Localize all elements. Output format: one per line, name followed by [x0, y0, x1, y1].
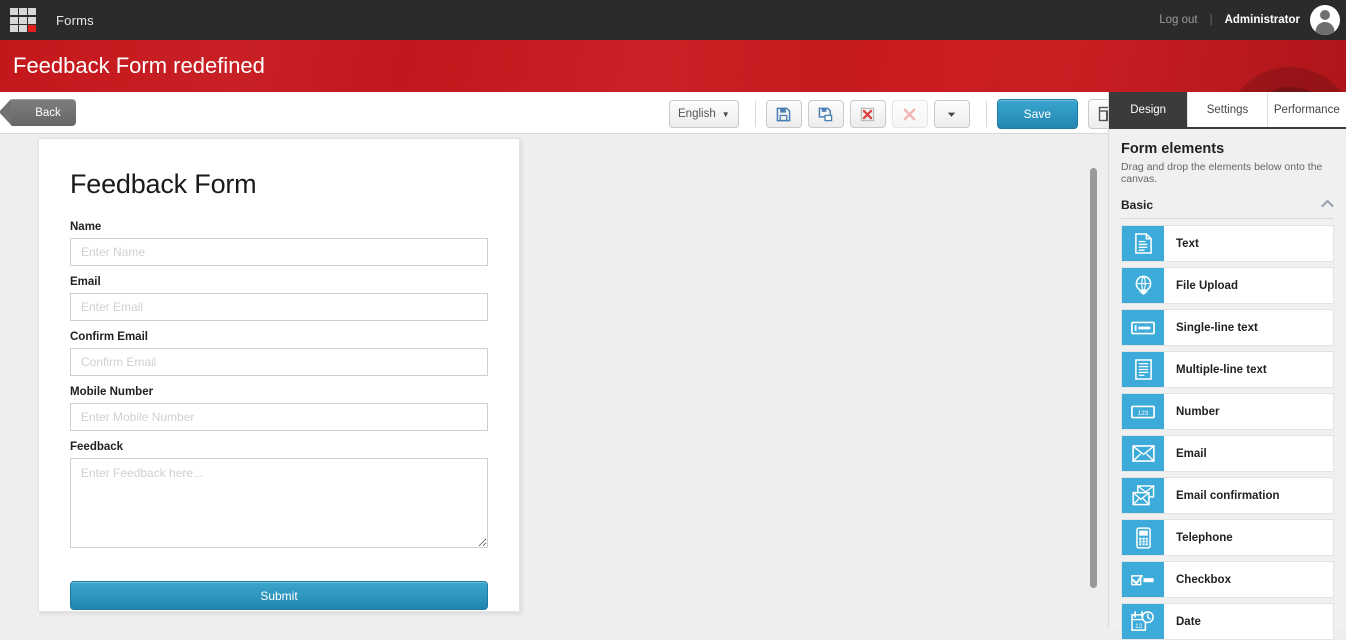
back-button-label: Back [35, 106, 61, 119]
section-basic-label: Basic [1121, 198, 1154, 212]
email-input[interactable] [70, 293, 488, 321]
number-123-icon: 123 [1122, 394, 1164, 429]
element-label-checkbox: Checkbox [1176, 573, 1231, 586]
user-avatar-icon[interactable] [1310, 5, 1340, 35]
top-navigation-bar: Forms Log out | Administrator [0, 0, 1346, 40]
element-label-date: Date [1176, 615, 1201, 628]
element-item-checkbox[interactable]: Checkbox [1121, 561, 1334, 598]
save-as-icon-button[interactable] [807, 100, 844, 128]
form-field-feedback: Feedback [70, 441, 488, 563]
chevron-down-icon [947, 112, 956, 117]
element-item-telephone[interactable]: Telephone [1121, 519, 1334, 556]
double-envelope-icon [1122, 478, 1164, 513]
svg-text:12: 12 [1135, 623, 1143, 630]
page-title: Feedback Form redefined [13, 53, 265, 78]
more-options-button[interactable] [933, 100, 970, 128]
confirm-email-input[interactable] [70, 348, 488, 376]
element-item-email-confirmation[interactable]: Email confirmation [1121, 477, 1334, 514]
language-selector-label: English [678, 108, 716, 120]
form-field-name: Name [70, 221, 488, 276]
canvas-scrollbar-thumb[interactable] [1090, 168, 1097, 588]
red-x-close-icon [903, 108, 916, 120]
name-input[interactable] [70, 238, 488, 266]
toolbar-divider-2 [985, 101, 987, 127]
field-label-mobile-number: Mobile Number [70, 386, 154, 398]
toolbar-divider [754, 101, 756, 127]
svg-text:123: 123 [1138, 410, 1149, 417]
floppy-save-as-icon [818, 107, 833, 121]
element-label-text: Text [1176, 237, 1199, 250]
chevron-down-icon: ▼ [721, 109, 730, 119]
right-side-panel: Design Settings Performance Form element… [1108, 92, 1346, 640]
back-button[interactable]: Back [0, 99, 76, 126]
language-selector[interactable]: English ▼ [669, 100, 739, 128]
section-basic[interactable]: Basic [1121, 198, 1334, 219]
panel-tabs: Design Settings Performance [1109, 92, 1346, 127]
page-banner: Feedback Form redefined [0, 40, 1346, 92]
tab-design[interactable]: Design [1109, 92, 1189, 127]
logout-link[interactable]: Log out [1159, 14, 1197, 26]
canvas-scrollbar-track[interactable] [1090, 134, 1097, 628]
panel-body: Form elements Drag and drop the elements… [1109, 129, 1346, 640]
element-item-email[interactable]: Email [1121, 435, 1334, 472]
element-item-text[interactable]: Text [1121, 225, 1334, 262]
panel-subtitle: Drag and drop the elements below onto th… [1121, 161, 1323, 185]
element-label-multiple-line-text: Multiple-line text [1176, 363, 1267, 376]
file-upload-globe-icon [1122, 268, 1164, 303]
top-bar-separator: | [1209, 14, 1213, 26]
element-item-single-line-text[interactable]: Single-line text [1121, 309, 1334, 346]
field-label-confirm-email: Confirm Email [70, 331, 148, 343]
element-label-telephone: Telephone [1176, 531, 1233, 544]
form-field-mobile-number: Mobile Number [70, 386, 488, 441]
delete-icon-button[interactable] [849, 100, 886, 128]
field-label-feedback: Feedback [70, 441, 124, 453]
feedback-textarea[interactable] [70, 458, 488, 548]
toolbar-actions-group: English ▼ Save [669, 99, 1130, 129]
element-item-date[interactable]: 12 Date [1121, 603, 1334, 640]
top-bar-right-group: Log out | Administrator [1159, 0, 1346, 40]
checkbox-icon [1122, 562, 1164, 597]
element-label-file-upload: File Upload [1176, 279, 1238, 292]
field-label-name: Name [70, 221, 102, 233]
close-icon-button[interactable] [891, 100, 928, 128]
panel-heading: Form elements [1121, 141, 1225, 157]
single-line-text-icon [1122, 310, 1164, 345]
form-title: Feedback Form [70, 169, 257, 199]
chevron-up-icon[interactable] [1321, 199, 1334, 211]
mobile-number-input[interactable] [70, 403, 488, 431]
field-label-email: Email [70, 276, 101, 288]
floppy-save-icon [776, 107, 791, 121]
tab-settings[interactable]: Settings [1188, 92, 1268, 127]
tab-performance[interactable]: Performance [1267, 92, 1346, 127]
mobile-phone-icon [1122, 520, 1164, 555]
form-field-email: Email [70, 276, 488, 331]
multiple-line-text-icon [1122, 352, 1164, 387]
app-name-label: Forms [56, 12, 94, 28]
admin-user-label[interactable]: Administrator [1225, 14, 1300, 26]
grid-logo-icon[interactable] [10, 8, 36, 32]
save-button[interactable]: Save [996, 99, 1078, 129]
element-item-multiple-line-text[interactable]: Multiple-line text [1121, 351, 1334, 388]
calendar-clock-icon: 12 [1122, 604, 1164, 639]
save-button-label: Save [1023, 107, 1051, 121]
form-elements-list: Text File Upload Single-line text Multip… [1121, 225, 1334, 640]
grid-delete-icon [860, 107, 875, 121]
element-item-file-upload[interactable]: File Upload [1121, 267, 1334, 304]
element-label-single-line-text: Single-line text [1176, 321, 1258, 334]
form-inner: Feedback Form Name Email Confirm Email M… [39, 139, 519, 610]
document-text-icon [1122, 226, 1164, 261]
element-label-email-confirmation: Email confirmation [1176, 489, 1280, 502]
envelope-icon [1122, 436, 1164, 471]
form-field-confirm-email: Confirm Email [70, 331, 488, 386]
element-label-number: Number [1176, 405, 1220, 418]
element-item-number[interactable]: 123 Number [1121, 393, 1334, 430]
element-label-email: Email [1176, 447, 1207, 460]
form-canvas: Feedback Form Name Email Confirm Email M… [0, 134, 1108, 628]
form-preview-card: Feedback Form Name Email Confirm Email M… [38, 138, 520, 612]
save-icon-button[interactable] [765, 100, 802, 128]
submit-button[interactable]: Submit [70, 581, 488, 610]
